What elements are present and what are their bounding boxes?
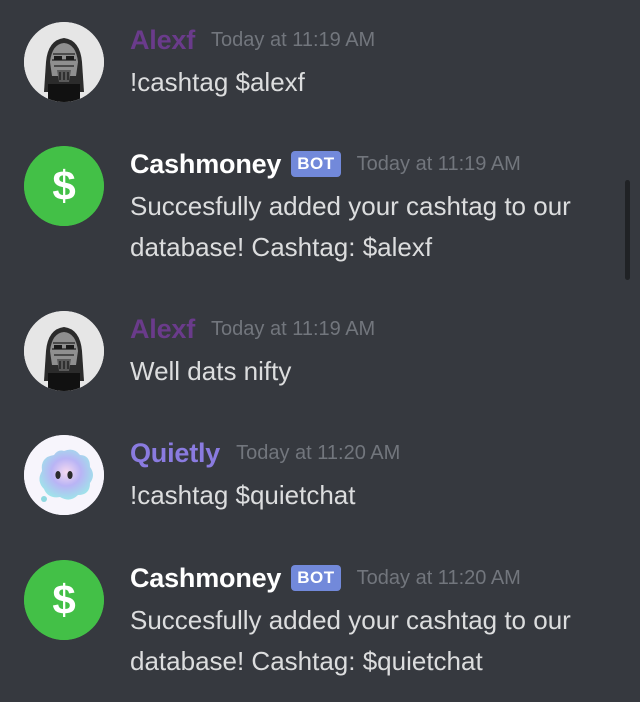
message-text: !cashtag $alexf <box>130 67 305 97</box>
bot-avatar[interactable]: $ <box>24 146 104 226</box>
chat-messages-pane: Alexf Today at 11:19 AM !cashtag $alexf … <box>0 0 640 702</box>
message-text: !cashtag $quietchat <box>130 480 356 510</box>
bot-avatar[interactable]: $ <box>24 560 104 640</box>
timestamp: Today at 11:19 AM <box>211 28 376 51</box>
username[interactable]: Alexf <box>130 314 195 345</box>
scrollbar-thumb[interactable] <box>625 180 630 280</box>
message-header: Alexf Today at 11:19 AM <box>130 311 600 347</box>
message-item: Alexf Today at 11:19 AM !cashtag $alexf <box>0 22 600 142</box>
svg-text:$: $ <box>52 162 75 209</box>
dollar-sign-icon: $ <box>24 146 104 226</box>
message-text: Succesfully added your cashtag to our da… <box>130 605 571 676</box>
dollar-sign-icon: $ <box>24 560 104 640</box>
message-header: Cashmoney BOT Today at 11:20 AM <box>130 560 600 596</box>
bot-badge: BOT <box>291 565 341 591</box>
speech-bubble-face-icon <box>24 435 104 515</box>
timestamp: Today at 11:19 AM <box>356 152 521 175</box>
message-item: $ Cashmoney BOT Today at 11:19 AM Succes… <box>0 146 600 266</box>
message-content: Quietly Today at 11:20 AM !cashtag $quie… <box>130 435 600 516</box>
bot-badge: BOT <box>291 151 341 177</box>
message-item: $ Cashmoney BOT Today at 11:20 AM Succes… <box>0 560 600 680</box>
user-avatar[interactable] <box>24 22 104 102</box>
timestamp: Today at 11:19 AM <box>211 317 376 340</box>
username[interactable]: Cashmoney <box>130 563 281 594</box>
username[interactable]: Cashmoney <box>130 149 281 180</box>
masked-face-avatar-icon <box>24 311 104 391</box>
message-header: Quietly Today at 11:20 AM <box>130 435 600 471</box>
message-content: Alexf Today at 11:19 AM Well dats nifty <box>130 311 600 392</box>
masked-face-avatar-icon <box>24 22 104 102</box>
message-content: Alexf Today at 11:19 AM !cashtag $alexf <box>130 22 600 103</box>
message-item: Alexf Today at 11:19 AM Well dats nifty <box>0 311 600 431</box>
message-header: Alexf Today at 11:19 AM <box>130 22 600 58</box>
user-avatar[interactable] <box>24 311 104 391</box>
message-text: Well dats nifty <box>130 356 292 386</box>
message-content: Cashmoney BOT Today at 11:19 AM Succesfu… <box>130 146 600 268</box>
username[interactable]: Alexf <box>130 25 195 56</box>
message-item: Quietly Today at 11:20 AM !cashtag $quie… <box>0 435 600 555</box>
message-content: Cashmoney BOT Today at 11:20 AM Succesfu… <box>130 560 600 682</box>
message-header: Cashmoney BOT Today at 11:19 AM <box>130 146 600 182</box>
svg-text:$: $ <box>52 576 75 623</box>
timestamp: Today at 11:20 AM <box>356 566 521 589</box>
user-avatar[interactable] <box>24 435 104 515</box>
username[interactable]: Quietly <box>130 438 220 469</box>
timestamp: Today at 11:20 AM <box>236 441 401 464</box>
message-text: Succesfully added your cashtag to our da… <box>130 191 571 262</box>
